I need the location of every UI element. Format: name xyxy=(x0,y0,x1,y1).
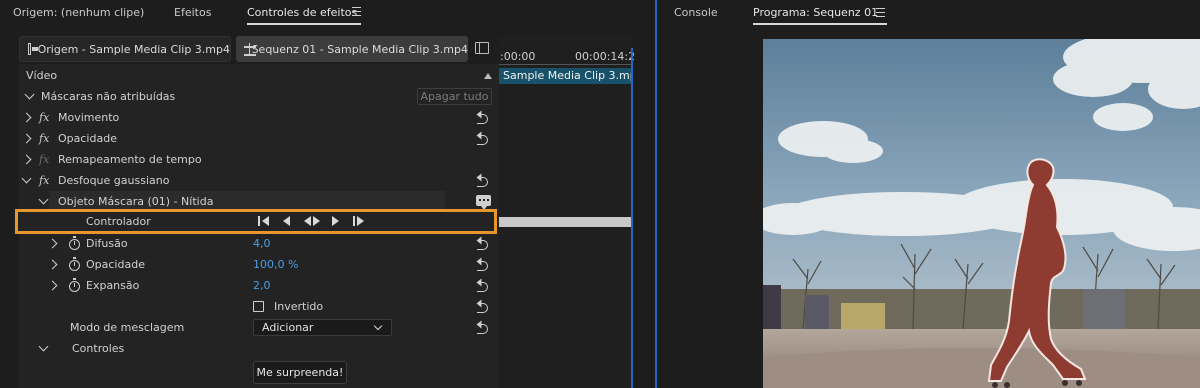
collapse-up-icon[interactable] xyxy=(484,72,492,79)
forward-icon[interactable] xyxy=(332,216,340,226)
effect-time-remap-row: fx Remapeamento de tempo xyxy=(19,149,495,170)
blend-mode-select[interactable]: Adicionar xyxy=(253,319,392,336)
feather-label: Difusão xyxy=(86,237,128,250)
effect-timeline[interactable]: :00:00 00:00:14:2 Sample Media Clip 3.mp… xyxy=(499,36,636,388)
timeline-end-time: 00:00:14:2 xyxy=(575,50,636,63)
active-tab-indicator xyxy=(247,23,361,25)
tab-console[interactable]: Console xyxy=(674,6,718,19)
active-tab-indicator xyxy=(753,23,887,25)
reset-icon[interactable] xyxy=(475,112,490,124)
timeline-start-time: :00:00 xyxy=(500,50,536,63)
controller-track-bar[interactable] xyxy=(499,217,632,227)
surprise-me-button[interactable]: Me surpreenda! xyxy=(253,361,347,384)
inverted-row: Invertido xyxy=(19,296,495,317)
fx-icon: fx xyxy=(39,174,50,187)
video-frame-image xyxy=(763,39,1200,388)
chevron-right-icon[interactable] xyxy=(21,112,32,123)
clip-icon xyxy=(28,43,37,55)
origin-clip-button[interactable]: Origem - Sample Media Clip 3.mp4 xyxy=(19,36,231,62)
feather-row: Difusão 4,0 xyxy=(19,233,495,254)
expansion-label: Expansão xyxy=(86,279,140,292)
effect-gaussian-blur-label: Desfoque gaussiano xyxy=(58,174,170,187)
chevron-down-icon[interactable] xyxy=(38,341,49,352)
program-video-frame[interactable] xyxy=(763,39,1200,388)
effect-gaussian-blur-row: fx Desfoque gaussiano xyxy=(19,170,495,191)
left-tab-bar: Origem: (nenhum clipe) Efeitos Controles… xyxy=(0,0,655,27)
reset-icon[interactable] xyxy=(475,280,490,292)
panel-toggle-icon[interactable] xyxy=(475,42,489,54)
feather-value[interactable]: 4,0 xyxy=(253,237,271,250)
timeline-clip[interactable]: Sample Media Clip 3.mp4 xyxy=(499,68,632,84)
sequence-clip-label: Sequenz 01 - Sample Media Clip 3.mp4 xyxy=(251,42,468,56)
step-back-icon[interactable] xyxy=(258,216,270,226)
reset-icon[interactable] xyxy=(475,301,490,313)
video-header: Vídeo xyxy=(26,69,58,82)
origin-clip-label: Origem - Sample Media Clip 3.mp4 xyxy=(37,42,230,56)
expansion-value[interactable]: 2,0 xyxy=(253,279,271,292)
unassigned-masks-row: Máscaras não atribuídas Apagar tudo xyxy=(19,86,495,107)
sequence-icon xyxy=(244,43,251,56)
playhead[interactable] xyxy=(631,48,633,388)
step-forward-icon[interactable] xyxy=(353,216,365,226)
program-monitor-panel: Console Programa: Sequenz 01 xyxy=(659,0,1200,388)
controls-row: Controles xyxy=(19,338,495,359)
effect-motion-row: fx Movimento xyxy=(19,107,495,128)
mask-opacity-row: Opacidade 100,0 % xyxy=(19,254,495,275)
chevron-down-icon[interactable] xyxy=(38,194,49,205)
mask-opacity-value[interactable]: 100,0 % xyxy=(253,258,298,271)
chevron-right-icon[interactable] xyxy=(47,238,58,249)
speech-bubble-icon[interactable] xyxy=(476,195,491,210)
reset-icon[interactable] xyxy=(475,322,490,334)
chevron-down-icon[interactable] xyxy=(21,173,32,184)
chevron-right-icon[interactable] xyxy=(21,154,32,165)
effect-controls-panel: Origem: (nenhum clipe) Efeitos Controles… xyxy=(0,0,657,388)
chevron-right-icon[interactable] xyxy=(21,133,32,144)
inverted-label: Invertido xyxy=(274,300,324,313)
stopwatch-icon[interactable] xyxy=(69,278,80,292)
effect-time-remap-label: Remapeamento de tempo xyxy=(58,153,202,166)
fx-icon: fx xyxy=(39,153,50,166)
source-bar: Origem - Sample Media Clip 3.mp4 Sequenz… xyxy=(19,36,495,62)
controller-row: Controlador xyxy=(15,209,497,234)
effect-opacity-row: fx Opacidade xyxy=(19,128,495,149)
tab-effects[interactable]: Efeitos xyxy=(174,6,211,19)
chevron-down-icon[interactable] xyxy=(24,89,35,100)
mask-opacity-label: Opacidade xyxy=(86,258,145,271)
reset-icon[interactable] xyxy=(475,133,490,145)
back-forward-icon[interactable] xyxy=(304,216,320,226)
timeline-ruler[interactable] xyxy=(499,64,632,67)
tab-program[interactable]: Programa: Sequenz 01 xyxy=(753,6,878,19)
effect-motion-label: Movimento xyxy=(58,111,120,124)
expansion-row: Expansão 2,0 xyxy=(19,275,495,296)
chevron-down-icon xyxy=(373,321,383,331)
tab-source[interactable]: Origem: (nenhum clipe) xyxy=(13,6,144,19)
reset-icon[interactable] xyxy=(475,175,490,187)
chevron-right-icon[interactable] xyxy=(47,280,58,291)
inverted-checkbox[interactable] xyxy=(253,301,264,312)
blend-mode-row: Modo de mesclagem Adicionar xyxy=(19,317,495,338)
menu-icon[interactable] xyxy=(876,8,885,17)
controller-label: Controlador xyxy=(86,215,151,228)
clear-all-button[interactable]: Apagar tudo xyxy=(417,88,492,105)
blend-mode-value: Adicionar xyxy=(262,321,314,334)
chevron-right-icon[interactable] xyxy=(47,259,58,270)
controls-label: Controles xyxy=(72,342,125,355)
video-header-row: Vídeo xyxy=(19,65,495,86)
mask-object-label: Objeto Máscara (01) - Nítida xyxy=(58,195,214,208)
stopwatch-icon[interactable] xyxy=(69,236,80,250)
back-icon[interactable] xyxy=(283,216,291,226)
stopwatch-icon[interactable] xyxy=(69,257,80,271)
menu-icon[interactable] xyxy=(352,7,361,16)
tab-effect-controls[interactable]: Controles de efeitos xyxy=(247,6,357,19)
unassigned-masks-label: Máscaras não atribuídas xyxy=(41,90,176,103)
blend-mode-label: Modo de mesclagem xyxy=(70,321,185,334)
effect-opacity-label: Opacidade xyxy=(58,132,117,145)
fx-icon: fx xyxy=(39,111,50,124)
reset-icon[interactable] xyxy=(475,238,490,250)
fx-icon: fx xyxy=(39,132,50,145)
sequence-clip-button[interactable]: Sequenz 01 - Sample Media Clip 3.mp4 xyxy=(236,36,468,62)
reset-icon[interactable] xyxy=(475,259,490,271)
